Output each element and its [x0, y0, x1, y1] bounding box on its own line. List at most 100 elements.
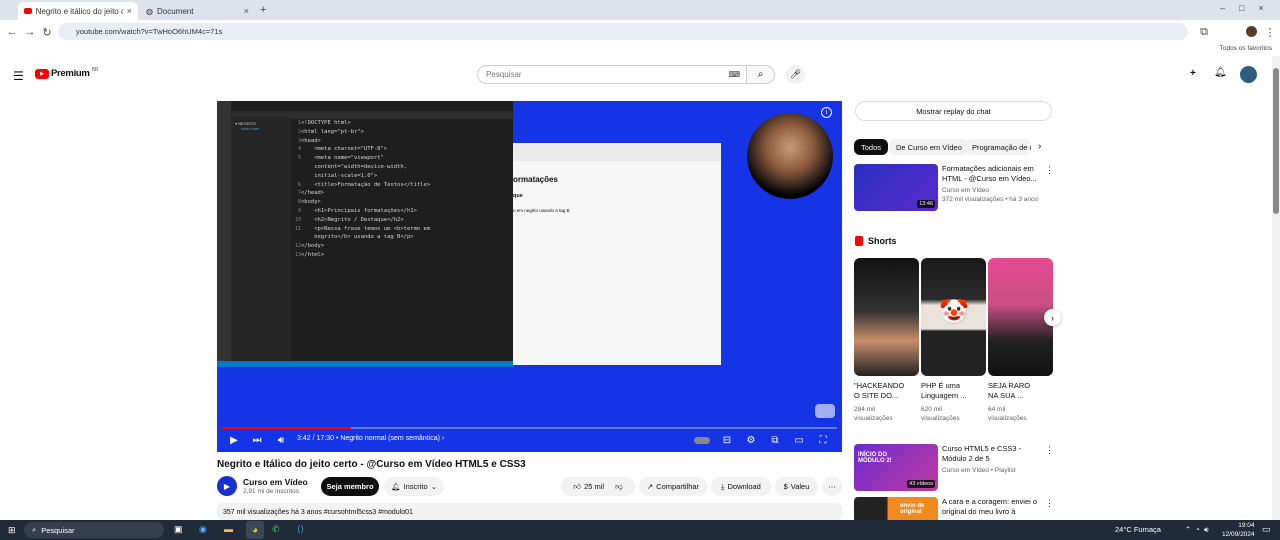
- code-editor: <!DOCTYPE html> <html lang="pt-br"> <hea…: [301, 120, 431, 258]
- short-thumbnail[interactable]: [854, 258, 919, 376]
- play-icon[interactable]: ▶: [227, 433, 241, 447]
- url-input[interactable]: youtube.com/watch?v=TwHoO6hUM4c=71s: [58, 23, 1188, 40]
- close-tab-icon[interactable]: ×: [127, 6, 132, 16]
- thanks-label: Valeu: [790, 482, 810, 491]
- edge-icon[interactable]: ◉: [199, 524, 207, 535]
- progress-bar[interactable]: [222, 427, 837, 429]
- window-controls[interactable]: –□×: [1220, 3, 1278, 13]
- extensions-icon[interactable]: ⧉: [1196, 24, 1212, 40]
- task-view-icon[interactable]: ▣: [174, 524, 183, 535]
- chapter-text[interactable]: • Negrito normal (sem semântica) ›: [336, 435, 444, 442]
- create-icon[interactable]: +: [1190, 68, 1196, 79]
- rec3-thumb-text: envio de original: [900, 503, 925, 515]
- hamburger-icon[interactable]: ☰: [13, 69, 24, 83]
- short-thumbnail[interactable]: 🤡: [921, 258, 986, 376]
- rec3-title[interactable]: A cara e a coragem: enviei o original do…: [942, 497, 1042, 517]
- kebab-menu-icon[interactable]: ⋮: [1045, 498, 1054, 509]
- clown-emoji-icon: 🤡: [939, 299, 969, 326]
- keyboard-icon[interactable]: ⌨: [728, 70, 740, 79]
- chevron-right-icon[interactable]: ›: [1038, 141, 1041, 152]
- microphone-icon[interactable]: 🎤︎: [786, 65, 805, 84]
- chip-channel[interactable]: De Curso em Vídeo: [889, 139, 969, 155]
- search-placeholder: Pesquisar: [486, 70, 522, 79]
- next-icon[interactable]: ⏭: [250, 433, 264, 447]
- profile-avatar[interactable]: [1246, 26, 1257, 37]
- video-title: Negrito e Itálico do jeito certo - @Curs…: [217, 459, 526, 470]
- rec3-thumbnail[interactable]: envio de original: [854, 497, 938, 520]
- channel-avatar[interactable]: ▶: [217, 476, 237, 496]
- thanks-button[interactable]: $ Valeu: [775, 477, 818, 496]
- notifications-icon[interactable]: 🔔︎: [1214, 67, 1227, 78]
- system-tray-icons[interactable]: ⌃◔🔊︎: [1185, 525, 1213, 535]
- rec1-channel[interactable]: Curso em Vídeo: [942, 186, 1042, 195]
- chip-all[interactable]: Todos: [854, 139, 889, 155]
- chip-programming[interactable]: Programação de c: [965, 139, 1031, 155]
- back-icon[interactable]: ←: [4, 24, 20, 40]
- dislike-icon[interactable]: 👎︎: [615, 482, 623, 492]
- short-title[interactable]: "HACKEANDO O SITE DO...: [854, 381, 904, 401]
- tab-youtube[interactable]: Negrito e itálico do jeito certo ×: [18, 2, 138, 20]
- theater-mode-icon[interactable]: ▭: [792, 433, 806, 447]
- kebab-menu-icon[interactable]: ⋮: [1045, 165, 1054, 176]
- tab-title: Negrito e itálico do jeito certo: [35, 6, 123, 16]
- youtube-logo[interactable]: ▶ Premium BR: [35, 67, 99, 79]
- subtitles-icon[interactable]: ⊟: [720, 433, 734, 447]
- rec2-thumbnail[interactable]: INÍCIO DO MÓDULO 2! 43 vídeos: [854, 444, 938, 491]
- tab-document[interactable]: ◍ Document ×: [140, 2, 255, 20]
- windows-start-icon[interactable]: ⊞: [8, 525, 16, 536]
- show-chat-replay-button[interactable]: Mostrar replay do chat: [855, 101, 1052, 121]
- whatsapp-icon[interactable]: ✆: [272, 524, 280, 535]
- youtube-icon: [24, 8, 32, 14]
- chrome-icon[interactable]: ◕: [246, 521, 264, 539]
- weather-widget[interactable]: 24°C Fumaça: [1115, 525, 1161, 534]
- vscode-icon[interactable]: ⟨⟩: [297, 524, 304, 535]
- preview-paragraph: o em negrito usando a tag B: [513, 208, 570, 213]
- miniplayer-icon[interactable]: ⧉: [768, 433, 782, 447]
- like-icon[interactable]: 👍︎: [573, 482, 581, 492]
- subscribed-button[interactable]: 🔔︎ Inscrito ⌄: [384, 477, 444, 496]
- short-title[interactable]: SEJA RARO NA SUA ...: [988, 381, 1038, 401]
- more-actions-button[interactable]: ⋯: [822, 477, 842, 496]
- shorts-header: Shorts: [855, 236, 897, 246]
- menu-icon[interactable]: ⋮: [1262, 24, 1278, 40]
- like-dislike-group[interactable]: 👍︎ 25 mil 👎︎: [561, 477, 635, 496]
- autoplay-toggle[interactable]: [694, 437, 710, 444]
- shorts-next-icon[interactable]: ›: [1044, 309, 1061, 326]
- volume-icon[interactable]: 🔊︎: [274, 433, 288, 447]
- file-explorer-icon[interactable]: ▬: [224, 524, 233, 534]
- search-input[interactable]: Pesquisar ⌨: [477, 65, 747, 84]
- video-player[interactable]: ▾ NEGRITO index.html 1 2 3 4 5 6 7 8 9 10 11 12 13 <…: [217, 101, 842, 452]
- tab-title: Document: [156, 6, 194, 16]
- reload-icon[interactable]: ↻: [39, 24, 55, 40]
- scrollbar-thumb[interactable]: [1273, 68, 1279, 214]
- download-button[interactable]: ⤓ Download: [711, 477, 771, 496]
- vscode-status-bar: [217, 361, 513, 367]
- time-text: 3:42 / 17:30: [297, 435, 334, 442]
- close-tab-icon[interactable]: ×: [244, 6, 249, 16]
- forward-icon[interactable]: →: [22, 24, 38, 40]
- info-icon[interactable]: i: [821, 107, 832, 118]
- channel-watermark[interactable]: [815, 404, 835, 418]
- shorts-label: Shorts: [868, 236, 897, 246]
- join-button[interactable]: Seja membro: [321, 477, 379, 496]
- kebab-menu-icon[interactable]: ⋮: [1045, 445, 1054, 456]
- share-button[interactable]: ↗ Compartilhar: [639, 477, 707, 496]
- clock[interactable]: 19:04 12/09/2024: [1222, 521, 1255, 539]
- taskbar-search[interactable]: ⌕ Pesquisar: [24, 522, 164, 538]
- all-bookmarks[interactable]: Todos os favoritos: [1220, 45, 1272, 52]
- fullscreen-icon[interactable]: ⛶: [816, 433, 830, 447]
- notification-center-icon[interactable]: ▭: [1262, 524, 1271, 535]
- settings-gear-icon[interactable]: ⚙: [744, 433, 758, 447]
- channel-name[interactable]: Curso em Vídeo: [243, 477, 308, 487]
- windows-taskbar: ⊞ ⌕ Pesquisar ▣ ◉ ▬ ◕ ✆ ⟨⟩ 24°C Fumaça ⌃…: [0, 520, 1280, 540]
- rec2-title[interactable]: Curso HTML5 e CSS3 - Módulo 2 de 5: [942, 444, 1042, 464]
- rec1-thumbnail[interactable]: 13:46: [854, 164, 938, 211]
- clock-time: 19:04: [1238, 522, 1255, 529]
- rec2-channel[interactable]: Curso em Vídeo • Playlist: [942, 466, 1042, 475]
- short-title[interactable]: PHP É uma Linguagem ...: [921, 381, 971, 401]
- rec1-title[interactable]: Formatações adicionais em HTML - @Curso …: [942, 164, 1037, 184]
- search-icon[interactable]: ⌕: [747, 65, 775, 84]
- new-tab-button[interactable]: +: [260, 4, 266, 16]
- account-avatar[interactable]: [1240, 66, 1257, 83]
- description-box[interactable]: 357 mil visualizações há 3 anos #cursoht…: [217, 503, 842, 520]
